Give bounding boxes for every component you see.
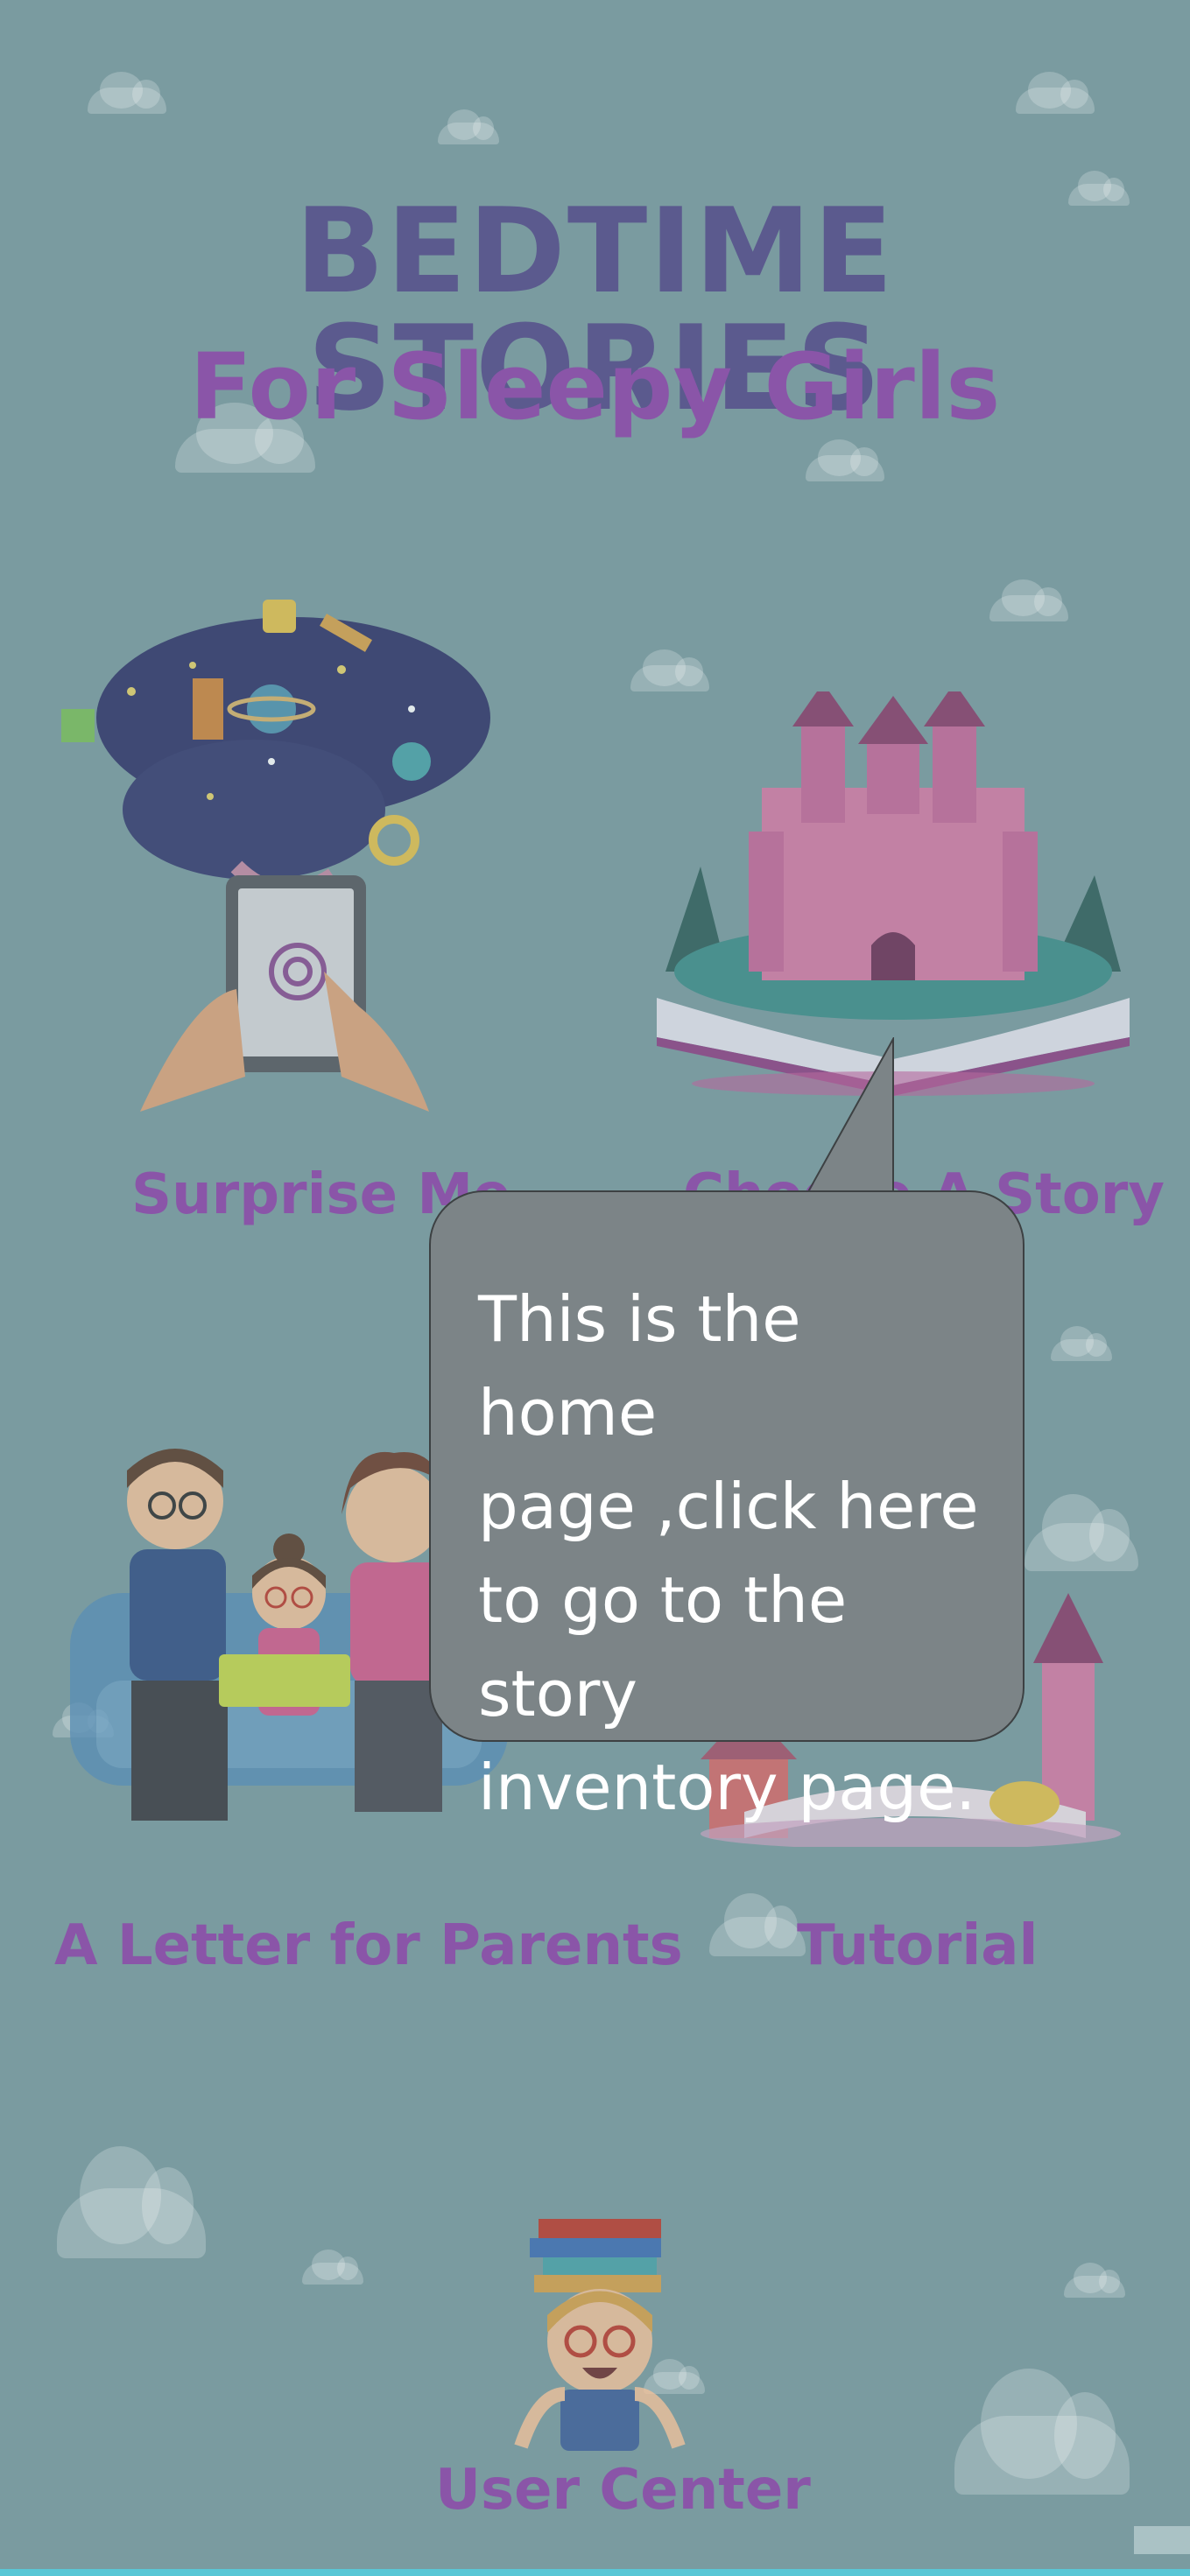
bottom-bar [0, 2569, 1190, 2576]
cloud-decoration [806, 439, 884, 481]
tooltip-line: page ,click here [478, 1470, 979, 1543]
cloud-decoration [1064, 2263, 1125, 2298]
cloud-decoration [989, 579, 1068, 621]
cloud-decoration [1051, 1326, 1112, 1361]
tooltip-line: This is the home [478, 1282, 801, 1449]
cloud-decoration [302, 2250, 363, 2285]
letter-for-parents-label: A Letter for Parents [54, 1913, 683, 1978]
cloud-decoration [630, 649, 709, 691]
cloud-decoration [954, 2369, 1130, 2495]
cloud-decoration [438, 109, 499, 144]
user-center-illustration [514, 2219, 686, 2451]
tooltip-line: to go to the story [478, 1563, 848, 1730]
cloud-decoration [1016, 72, 1095, 114]
tooltip-line: inventory page. [478, 1751, 976, 1824]
corner-button[interactable] [1134, 2526, 1190, 2554]
user-center-label: User Center [435, 2458, 811, 2523]
cloud-decoration [709, 1893, 806, 1956]
surprise-me-illustration [61, 600, 490, 1112]
tutorial-label: Tutorial [797, 1913, 1039, 1978]
cloud-decoration [57, 2146, 206, 2258]
cloud-decoration [88, 72, 166, 114]
tooltip-pointer [805, 1037, 894, 1199]
tutorial-tooltip[interactable]: This is the home page ,click here to go … [429, 1190, 1025, 1824]
app-subtitle: For Sleepy Girls [189, 333, 1001, 440]
